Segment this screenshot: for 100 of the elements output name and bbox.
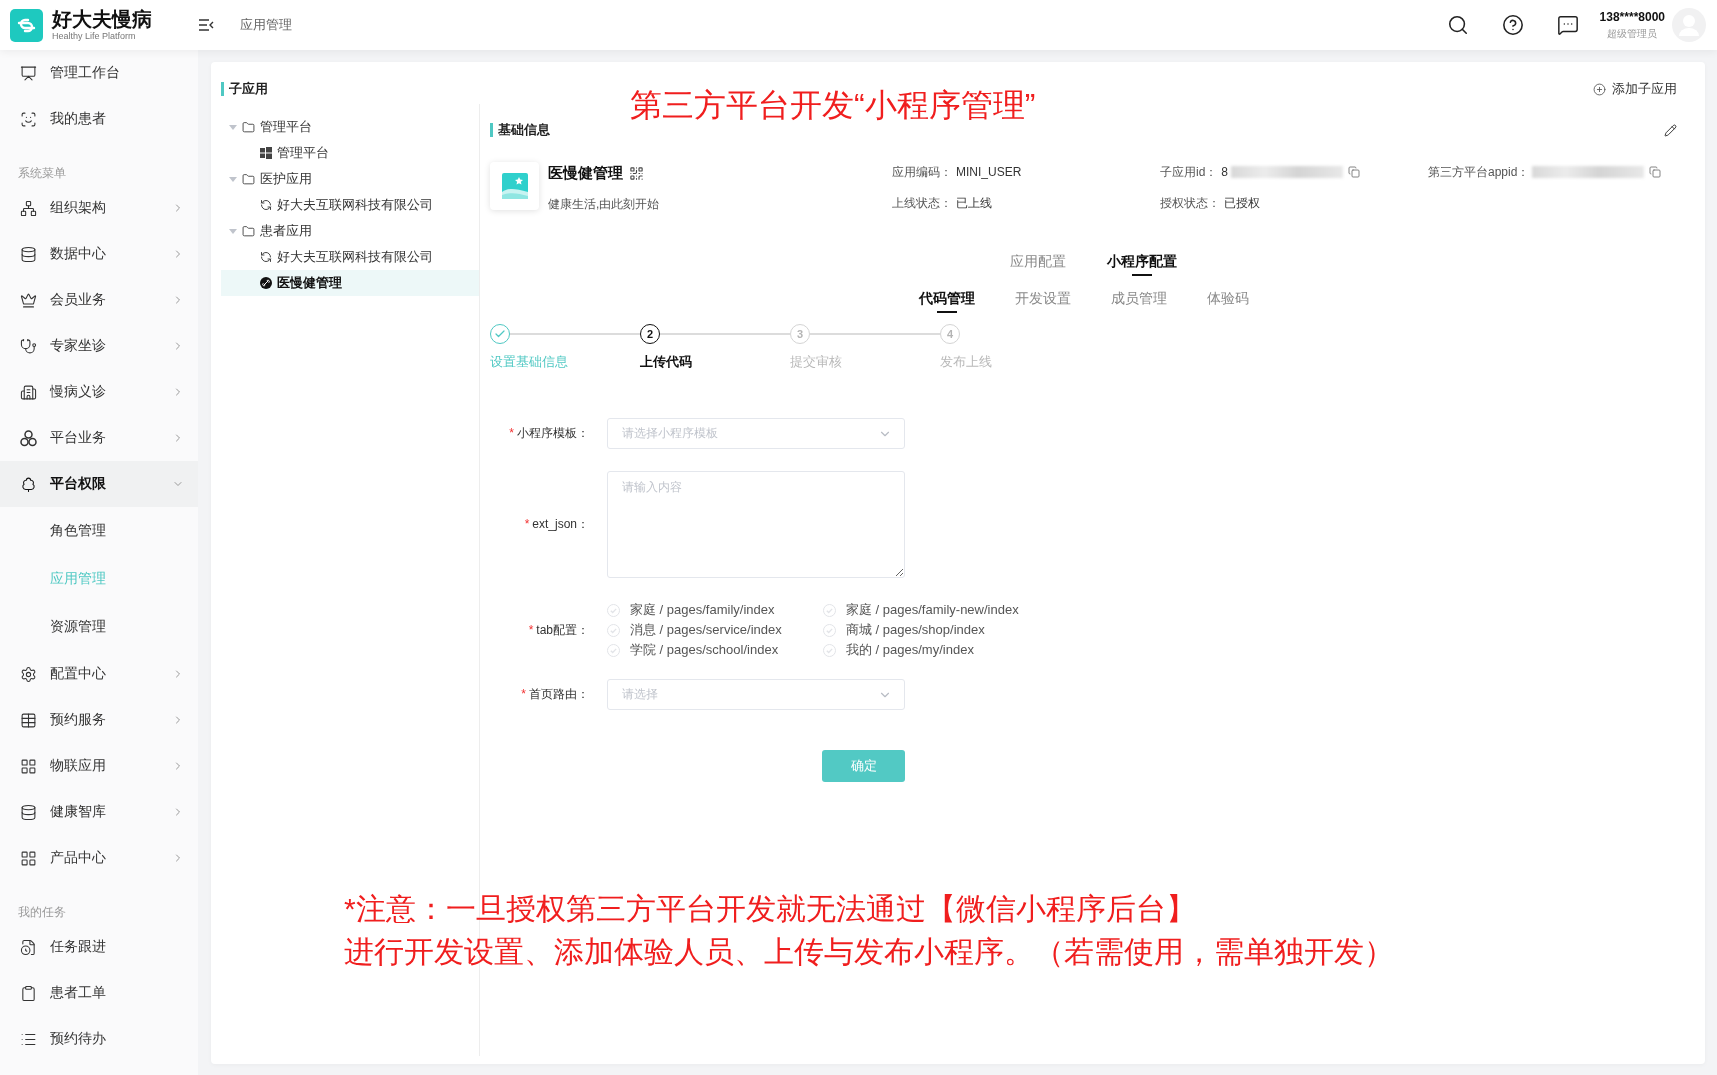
- circular-arrows-icon: [260, 199, 272, 211]
- tab[interactable]: 开发设置: [1014, 289, 1071, 313]
- qr-code-icon[interactable]: [629, 165, 644, 181]
- menu-item[interactable]: 平台业务: [0, 415, 198, 461]
- round-checkbox-icon[interactable]: [823, 643, 836, 657]
- menu-item[interactable]: 物联应用: [0, 743, 198, 789]
- database-icon: [20, 803, 37, 821]
- tab[interactable]: 应用配置: [1010, 252, 1066, 276]
- circles-icon: [20, 429, 37, 447]
- file-clock-icon: [20, 938, 37, 956]
- checkbox-option[interactable]: 商城 / pages/shop/index: [823, 620, 1019, 640]
- stethoscope-icon: [20, 337, 37, 355]
- round-checkbox-icon[interactable]: [607, 603, 620, 617]
- field-label: 应用编码：: [892, 163, 952, 181]
- field-label: 第三方平台appid：: [1428, 163, 1530, 181]
- section-title: 基础信息: [490, 123, 550, 137]
- checkbox-option[interactable]: 我的 / pages/my/index: [823, 640, 1019, 660]
- section-title: 子应用: [221, 82, 268, 96]
- tab[interactable]: 小程序配置: [1107, 252, 1177, 276]
- round-checkbox-icon[interactable]: [607, 623, 620, 637]
- field-label: * 小程序模板：: [508, 425, 590, 442]
- edit-icon[interactable]: [1664, 123, 1677, 137]
- field-label: * 首页路由：: [520, 686, 590, 703]
- hierarchy-icon: [20, 199, 37, 217]
- menu-item[interactable]: 任务跟进: [0, 924, 198, 970]
- search-icon[interactable]: [1446, 14, 1469, 36]
- copy-icon[interactable]: [1649, 166, 1662, 178]
- menu-item[interactable]: 配置中心: [0, 651, 198, 697]
- menu-item[interactable]: 慢病义诊: [0, 369, 198, 415]
- round-checkbox-icon[interactable]: [607, 643, 620, 657]
- field-label: 子应用id：: [1160, 163, 1218, 181]
- user-role: 超级管理员: [1607, 26, 1658, 41]
- checkbox-option[interactable]: 消息 / pages/service/index: [607, 620, 823, 640]
- menu-item[interactable]: 管理工作台: [0, 50, 198, 96]
- round-checkbox-icon[interactable]: [823, 603, 836, 617]
- menu-item[interactable]: 数据中心: [0, 231, 198, 277]
- tree-item[interactable]: 管理平台: [221, 140, 479, 166]
- menu-item[interactable]: 平台权限: [0, 461, 198, 507]
- menu-item[interactable]: 产品中心: [0, 835, 198, 881]
- step-label: 上传代码: [640, 353, 692, 371]
- folder-icon: [242, 172, 255, 186]
- logo-icon: [10, 8, 43, 42]
- table-icon: [20, 711, 37, 729]
- menu-item[interactable]: 患者工单: [0, 970, 198, 1016]
- menu-item[interactable]: 会员业务: [0, 277, 198, 323]
- submenu-item[interactable]: 角色管理: [0, 507, 198, 555]
- step-label: 提交审核: [790, 353, 842, 371]
- step-label: 设置基础信息: [490, 353, 568, 371]
- menu-item[interactable]: 专家坐诊: [0, 323, 198, 369]
- step-label: 发布上线: [940, 353, 992, 371]
- field-label: 授权状态：: [1160, 194, 1220, 212]
- tree-item[interactable]: 医慢健管理: [221, 270, 479, 296]
- link-disc-icon: [260, 277, 272, 289]
- menu-fold-icon[interactable]: [198, 18, 214, 32]
- menu-item[interactable]: 预约待办: [0, 1016, 198, 1062]
- breadcrumb: 应用管理: [240, 16, 292, 34]
- menu-item[interactable]: 我的患者: [0, 96, 198, 142]
- tree-item[interactable]: 好大夫互联网科技有限公司: [221, 244, 479, 270]
- circular-arrows-icon: [260, 251, 272, 263]
- tree-item[interactable]: 好大夫互联网科技有限公司: [221, 192, 479, 218]
- user-phone: 138****8000: [1599, 9, 1665, 24]
- checkbox-option[interactable]: 学院 / pages/school/index: [607, 640, 823, 660]
- tree-item[interactable]: 管理平台: [221, 114, 479, 140]
- logo-subtitle: Healthy Life Platform: [52, 31, 137, 42]
- four-squares-icon: [260, 147, 272, 159]
- menu-item[interactable]: 健康智库: [0, 789, 198, 835]
- submenu-item[interactable]: 资源管理: [0, 603, 198, 651]
- checkbox-option[interactable]: 家庭 / pages/family-new/index: [823, 600, 1019, 620]
- checkbox-option[interactable]: 家庭 / pages/family/index: [607, 600, 823, 620]
- round-checkbox-icon[interactable]: [823, 623, 836, 637]
- field-label: * ext_json：: [523, 516, 590, 533]
- field-value: MINI_USER: [956, 165, 1022, 179]
- tree-item[interactable]: 医护应用: [221, 166, 479, 192]
- plus-circle-icon: [1593, 82, 1606, 96]
- logo-title: 好大夫慢病: [52, 8, 152, 31]
- building-icon: [20, 383, 37, 401]
- grid-icon: [20, 757, 37, 775]
- copy-icon[interactable]: [1348, 166, 1361, 178]
- app-name: 医慢健管理: [548, 163, 623, 183]
- textarea-field[interactable]: 请输入内容: [607, 471, 905, 578]
- caret-icon[interactable]: [229, 175, 237, 183]
- tab[interactable]: 体验码: [1206, 289, 1249, 313]
- menu-item[interactable]: 组织架构: [0, 185, 198, 231]
- field-value: 8: [1221, 165, 1229, 179]
- field-value: 已授权: [1224, 194, 1260, 212]
- add-sub-app-button[interactable]: 添加子应用: [1593, 80, 1677, 98]
- folder-icon: [242, 224, 255, 238]
- caret-icon[interactable]: [229, 227, 237, 235]
- message-icon[interactable]: [1556, 14, 1579, 36]
- annotation-title: 第三方平台开发“小程序管理”: [630, 86, 1036, 125]
- clipboard-icon: [20, 984, 37, 1002]
- help-icon[interactable]: [1501, 14, 1524, 36]
- caret-icon[interactable]: [229, 123, 237, 131]
- menu-group-title: 系统菜单: [17, 165, 67, 182]
- tab[interactable]: 代码管理: [918, 289, 975, 313]
- tab[interactable]: 成员管理: [1110, 289, 1167, 313]
- field-label: 上线状态：: [892, 194, 952, 212]
- tree-item[interactable]: 患者应用: [221, 218, 479, 244]
- field-label: * tab配置：: [527, 621, 590, 639]
- menu-item[interactable]: 预约服务: [0, 697, 198, 743]
